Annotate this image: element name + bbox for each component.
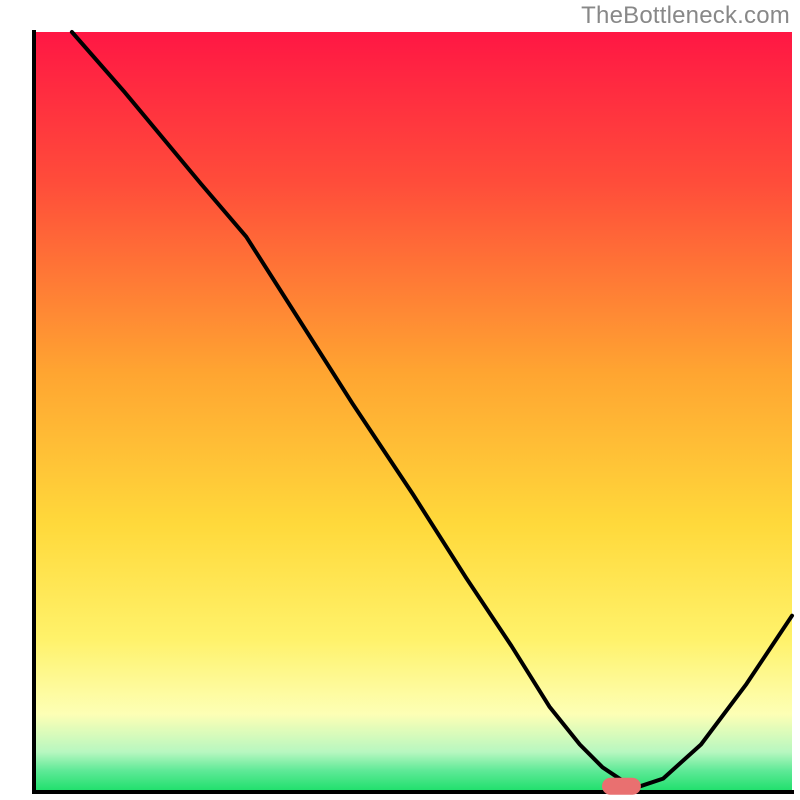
chart-container: { "watermark": "TheBottleneck.com", "col… <box>0 0 800 800</box>
bottleneck-plot <box>0 0 800 800</box>
watermark-text: TheBottleneck.com <box>581 2 790 30</box>
optimum-marker <box>603 778 641 794</box>
plot-background <box>34 32 792 790</box>
